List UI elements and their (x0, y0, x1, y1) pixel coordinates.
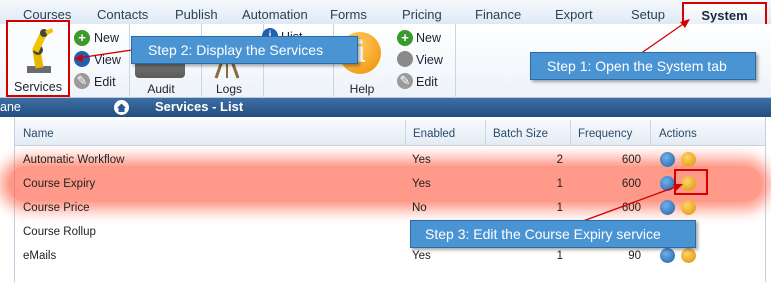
table-header: Name Enabled Batch Size Frequency Action… (15, 120, 765, 146)
edit-icon[interactable] (681, 200, 696, 215)
service-name: Course Expiry (23, 178, 96, 190)
service-enabled: Yes (412, 154, 431, 166)
audit-button[interactable]: Audit (136, 82, 186, 96)
service-frequency: 600 (621, 202, 641, 214)
column-header-frequency[interactable]: Frequency (578, 128, 632, 140)
column-header-enabled[interactable]: Enabled (413, 128, 455, 140)
tab-pricing[interactable]: Pricing (402, 7, 442, 22)
service-name: Course Price (23, 202, 90, 214)
view-icon[interactable] (660, 176, 675, 191)
service-batch-size: 1 (556, 178, 563, 190)
service-name: Automatic Workflow (23, 154, 125, 166)
tab-contacts[interactable]: Contacts (97, 7, 148, 22)
edit-icon: ✎ (397, 73, 413, 89)
services-label: Services (14, 80, 62, 94)
service-enabled: Yes (412, 250, 431, 262)
service-batch-size: 1 (556, 250, 563, 262)
view-icon[interactable] (660, 248, 675, 263)
add-icon: + (397, 30, 413, 46)
view-icon[interactable] (660, 200, 675, 215)
view-icon[interactable] (660, 152, 675, 167)
page-title: Services - List (155, 99, 244, 114)
column-divider (650, 120, 651, 146)
service-frequency: 90 (628, 250, 641, 262)
step1-callout: Step 1: Open the System tab (530, 52, 756, 80)
step2-callout: Step 2: Display the Services (131, 36, 358, 64)
services-button[interactable]: Services (6, 20, 70, 97)
step3-callout: Step 3: Edit the Course Expiry service (410, 220, 696, 248)
help-edit-button[interactable]: Edit (416, 75, 438, 89)
service-enabled: Yes (412, 178, 431, 190)
service-name: Course Rollup (23, 226, 96, 238)
column-divider (485, 120, 486, 146)
service-frequency: 600 (621, 154, 641, 166)
column-divider (570, 120, 571, 146)
table-row[interactable]: Course Price No 1 600 (15, 196, 765, 220)
tab-automation[interactable]: Automation (242, 7, 308, 22)
edit-icon[interactable] (681, 248, 696, 263)
tab-export[interactable]: Export (555, 7, 593, 22)
home-icon[interactable] (113, 100, 130, 115)
table-row[interactable]: Course Expiry Yes 1 600 (15, 172, 765, 196)
tab-publish[interactable]: Publish (175, 7, 218, 22)
column-header-batch-size[interactable]: Batch Size (493, 128, 548, 140)
logs-button[interactable]: Logs (209, 82, 249, 96)
new-service-button[interactable]: New (94, 31, 119, 45)
edit-action-highlight (674, 169, 708, 195)
column-header-name[interactable]: Name (23, 128, 54, 140)
view-service-button[interactable]: View (94, 53, 121, 67)
search-icon (397, 51, 413, 67)
tab-system[interactable]: System (682, 2, 767, 26)
column-divider (405, 120, 406, 146)
ribbon-divider (455, 24, 456, 98)
ribbon-divider (129, 24, 130, 98)
add-icon: + (74, 30, 90, 46)
edit-icon: ✎ (74, 73, 90, 89)
robot-arm-icon (27, 28, 53, 73)
help-view-button[interactable]: View (416, 53, 443, 67)
service-frequency: 600 (621, 178, 641, 190)
tab-forms[interactable]: Forms (330, 7, 367, 22)
service-batch-size: 2 (556, 154, 563, 166)
panel-label: ane (0, 100, 21, 114)
edit-icon[interactable] (681, 152, 696, 167)
tab-finance[interactable]: Finance (475, 7, 521, 22)
column-header-actions: Actions (659, 128, 697, 140)
service-batch-size: 1 (556, 202, 563, 214)
view-icon (74, 51, 90, 67)
service-enabled: No (412, 202, 427, 214)
service-name: eMails (23, 250, 57, 262)
tab-setup[interactable]: Setup (631, 7, 665, 22)
table-row[interactable]: Automatic Workflow Yes 2 600 (15, 148, 765, 172)
help-new-button[interactable]: New (416, 31, 441, 45)
help-button[interactable]: Help (342, 82, 382, 96)
edit-service-button[interactable]: Edit (94, 75, 116, 89)
